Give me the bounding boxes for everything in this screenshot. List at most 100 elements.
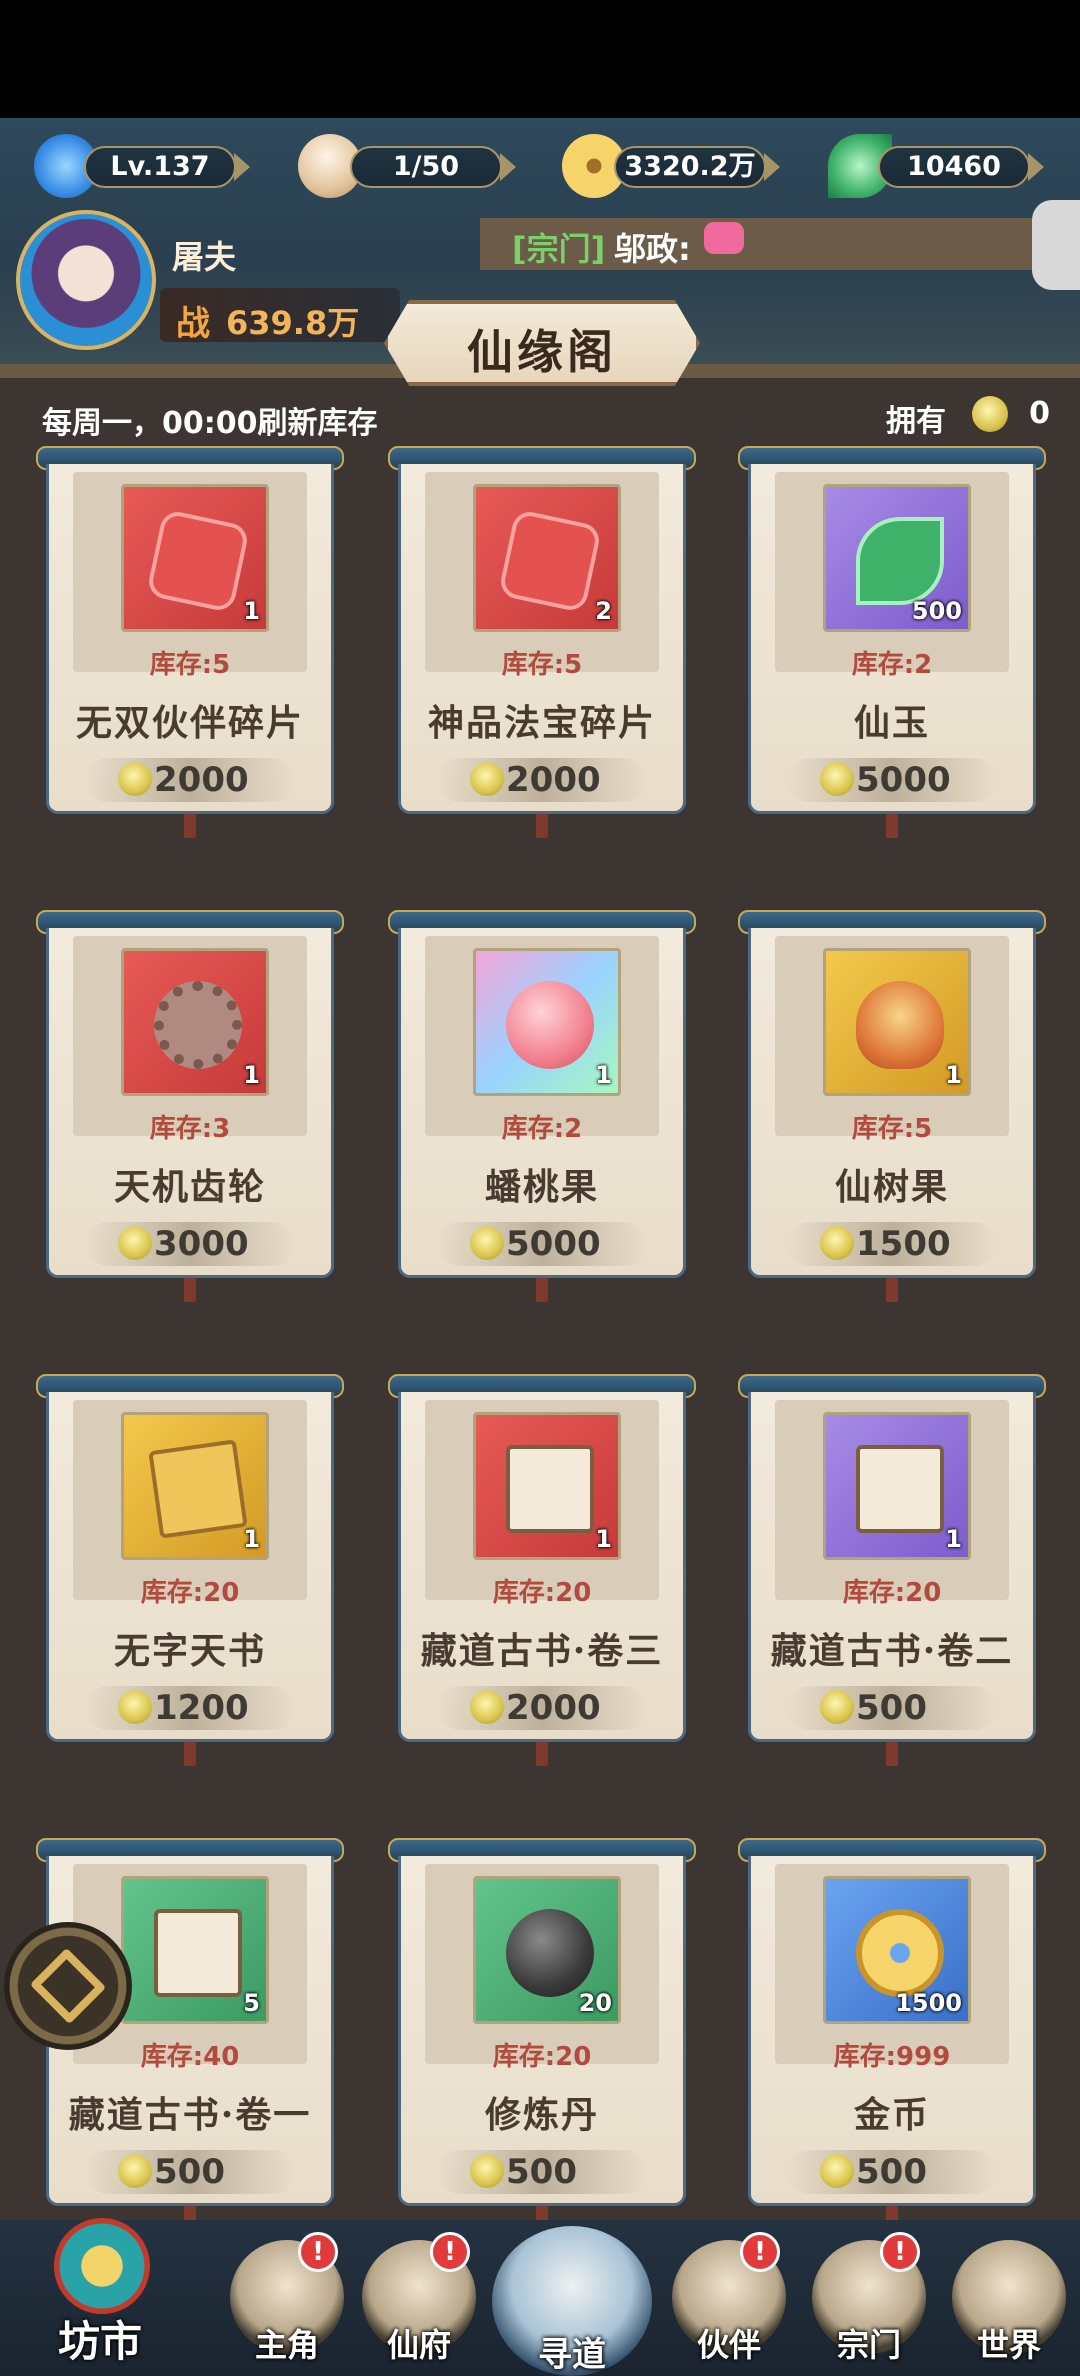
- puzzle-fragment-icon: [497, 508, 603, 614]
- player-avatar[interactable]: [16, 210, 156, 350]
- scroll-paper: 500 库存:2 仙玉 5000: [748, 464, 1036, 814]
- owned-count: 0: [1029, 396, 1050, 431]
- item-icon-box: 1: [473, 948, 621, 1096]
- item-stock: 库存:5: [851, 1114, 933, 1144]
- open-book-icon: [154, 1909, 242, 1997]
- gold-coin-icon: [856, 1909, 944, 1997]
- stamina-display[interactable]: 1/50: [350, 146, 516, 188]
- power-value: 639.8万: [226, 304, 360, 342]
- shop-item-card[interactable]: 1 库存:3 天机齿轮 3000: [36, 910, 344, 1302]
- sect-chat-ticker[interactable]: [宗门] 邬政:: [480, 218, 1080, 270]
- shop-item-card[interactable]: 1 库存:20 藏道古书·卷二 500: [738, 1374, 1046, 1766]
- item-icon-box: 1: [121, 484, 269, 632]
- item-quantity: 1: [243, 597, 260, 625]
- jade-value: 10460: [907, 151, 1001, 182]
- shop-item-card[interactable]: 1 库存:2 蟠桃果 5000: [388, 910, 696, 1302]
- item-price-button[interactable]: 1200: [85, 1686, 295, 1730]
- price-coin-icon: [820, 1226, 854, 1260]
- scroll-tassel: [184, 814, 196, 838]
- back-arrow-icon: [29, 1947, 107, 2025]
- item-price-button[interactable]: 500: [85, 2150, 295, 2194]
- partner-alert-badge: !: [740, 2232, 780, 2272]
- shop-item-card[interactable]: 1500 库存:999 金币 500: [738, 1838, 1046, 2230]
- item-stock: 库存:2: [851, 650, 933, 680]
- item-stock: 库存:20: [492, 1578, 592, 1608]
- level-display[interactable]: Lv.137: [84, 146, 250, 188]
- item-price: 500: [856, 1688, 927, 1728]
- pill-icon: [506, 1909, 594, 1997]
- nav-partner-button[interactable]: ! 伙伴: [664, 2230, 794, 2376]
- item-icon-box: 1: [823, 948, 971, 1096]
- item-price-button[interactable]: 500: [787, 1686, 997, 1730]
- nav-xundao-button[interactable]: 寻道: [492, 2226, 652, 2376]
- item-quantity: 1500: [895, 1989, 962, 2017]
- item-name: 无双伙伴碎片: [75, 702, 304, 744]
- item-stock: 库存:2: [501, 1114, 583, 1144]
- page-title: 仙缘阁: [467, 325, 617, 379]
- item-quantity: 500: [911, 597, 962, 625]
- scroll-paper: 1500 库存:999 金币 500: [748, 1856, 1036, 2206]
- item-stock: 库存:20: [140, 1578, 240, 1608]
- item-price-button[interactable]: 1500: [787, 1222, 997, 1266]
- chat-message: 邬政:: [614, 230, 691, 268]
- item-price-button[interactable]: 2000: [85, 758, 295, 802]
- item-icon-box: 5: [121, 1876, 269, 2024]
- nav-hero-button[interactable]: ! 主角: [222, 2230, 352, 2376]
- nav-shop-button[interactable]: 坊市: [10, 2208, 190, 2376]
- scroll-tassel: [184, 1742, 196, 1766]
- puzzle-piece-icon: [145, 508, 251, 614]
- price-coin-icon: [470, 1226, 504, 1260]
- item-icon-box: 20: [473, 1876, 621, 2024]
- item-price-button[interactable]: 3000: [85, 1222, 295, 1266]
- item-price-button[interactable]: 500: [787, 2150, 997, 2194]
- scripture-icon: [148, 1439, 248, 1539]
- item-stock: 库存:20: [842, 1578, 942, 1608]
- item-stock: 库存:5: [501, 650, 583, 680]
- shop-item-card[interactable]: 500 库存:2 仙玉 5000: [738, 446, 1046, 838]
- item-quantity: 2: [595, 597, 612, 625]
- item-icon-box: 1: [121, 1412, 269, 1560]
- price-coin-icon: [118, 1690, 152, 1724]
- scroll-tassel: [184, 1278, 196, 1302]
- gear-icon: [154, 981, 242, 1069]
- shop-item-card[interactable]: 2 库存:5 神品法宝碎片 2000: [388, 446, 696, 838]
- scroll-tassel: [536, 1278, 548, 1302]
- price-coin-icon: [118, 762, 152, 796]
- open-book-icon: [856, 1445, 944, 1533]
- item-frame: 2 库存:5: [425, 472, 659, 680]
- shop-item-card[interactable]: 1 库存:5 无双伙伴碎片 2000: [36, 446, 344, 838]
- item-price-button[interactable]: 5000: [437, 1222, 647, 1266]
- nav-sect-button[interactable]: ! 宗门: [804, 2230, 934, 2376]
- item-frame: 20 库存:20: [425, 1864, 659, 2072]
- jade-arrow-icon: [1028, 153, 1044, 181]
- item-frame: 1500 库存:999: [775, 1864, 1009, 2072]
- item-icon-box: 2: [473, 484, 621, 632]
- item-price: 500: [154, 2152, 225, 2192]
- item-price-button[interactable]: 2000: [437, 1686, 647, 1730]
- item-name: 仙玉: [853, 702, 930, 744]
- nav-mansion-button[interactable]: ! 仙府: [354, 2230, 484, 2376]
- nav-world-button[interactable]: 世界: [944, 2230, 1074, 2376]
- item-price: 500: [856, 2152, 927, 2192]
- back-button[interactable]: [4, 1922, 132, 2050]
- nav-world-label: 世界: [976, 2326, 1041, 2364]
- gold-display[interactable]: 3320.2万: [614, 146, 780, 188]
- item-name: 仙树果: [834, 1166, 949, 1208]
- shop-item-card[interactable]: 20 库存:20 修炼丹 500: [388, 1838, 696, 2230]
- side-character-icon[interactable]: [1032, 200, 1080, 290]
- shop-item-card[interactable]: 1 库存:5 仙树果 1500: [738, 910, 1046, 1302]
- tree-fruit-icon: [856, 981, 944, 1069]
- shop-item-card[interactable]: 1 库存:20 藏道古书·卷三 2000: [388, 1374, 696, 1766]
- owned-label: 拥有: [886, 404, 946, 439]
- jade-display[interactable]: 10460: [878, 146, 1044, 188]
- item-frame: 1 库存:20: [73, 1400, 307, 1608]
- shop-item-card[interactable]: 1 库存:20 无字天书 1200: [36, 1374, 344, 1766]
- item-icon-box: 1: [121, 948, 269, 1096]
- item-price-button[interactable]: 5000: [787, 758, 997, 802]
- item-price-button[interactable]: 500: [437, 2150, 647, 2194]
- item-quantity: 5: [243, 1989, 260, 2017]
- nav-mansion-label: 仙府: [386, 2326, 451, 2364]
- nav-xundao-label: 寻道: [538, 2335, 606, 2375]
- item-price-button[interactable]: 2000: [437, 758, 647, 802]
- shop-coin-icon: [972, 396, 1008, 432]
